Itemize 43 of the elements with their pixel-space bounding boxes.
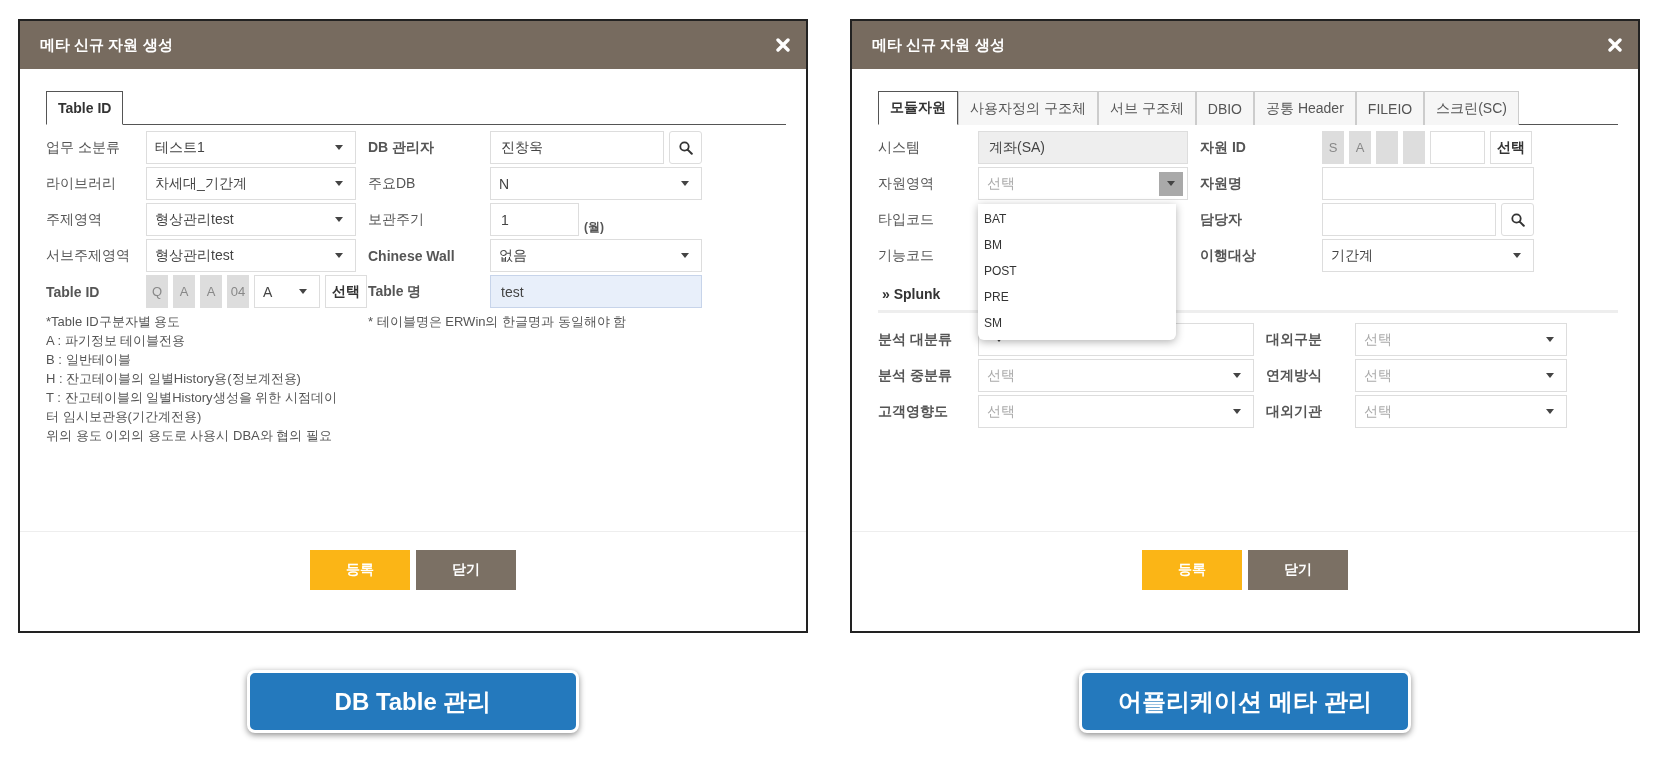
caption-banner: 어플리케이션 메타 관리 [1079,670,1411,733]
note-text: T : 잔고테이블의 일별History생성을 위한 시점데이 [46,389,338,407]
note-text: *Table ID구분자별 용도 [46,313,182,331]
field-label: Chinese Wall [368,247,456,264]
unit-label: (월) [584,219,604,236]
field-label: 서브주제영역 [46,246,131,265]
field-label: 자원영역 [878,174,935,193]
field-label: Table 명 [368,282,423,301]
field-label: DB 관리자 [368,138,436,157]
field-label: 보관주기 [368,210,425,229]
field-label: 시스템 [878,138,921,157]
field-label: 분석 대분류 [878,330,953,349]
field-label: Table ID [46,283,101,300]
field-label: 타입코드 [878,210,935,229]
caption-banner: DB Table 관리 [247,670,579,733]
code-segment: A [1349,131,1371,164]
note-text: 터 임시보관용(기간계전용) [46,408,203,426]
field-label: 담당자 [1200,210,1243,229]
field-label: 분석 중분류 [878,366,953,385]
code-segment: 04 [227,275,249,308]
note-text: H : 잔고테이블의 일별History용(정보계전용) [46,370,302,388]
field-label: 고객영향도 [878,402,949,421]
field-label: 대외기관 [1266,402,1323,421]
code-segment: A [200,275,222,308]
field-label: 대외구분 [1266,330,1323,349]
field-label: 주요DB [368,174,417,193]
note-text: 위의 용도 이외의 용도로 사용시 DBA와 협의 필요 [46,427,333,445]
code-segment: Q [146,275,168,308]
field-label: 업무 소분류 [46,138,121,157]
note-text: * 테이블명은 ERWin의 한글명과 동일해야 함 [368,313,627,331]
note-text: A : 파기정보 테이블전용 [46,332,187,350]
field-label: 기능코드 [878,246,935,265]
field-label: 자원명 [1200,174,1243,193]
note-text: B : 일반테이블 [46,351,132,369]
code-segment: S [1322,131,1344,164]
field-label: 연계방식 [1266,366,1323,385]
field-label: 주제영역 [46,210,103,229]
code-segment: A [173,275,195,308]
dialog-title: 메타 신규 자원 생성 [40,35,173,55]
dialog-title: 메타 신규 자원 생성 [872,35,1005,55]
field-label: 자원 ID [1200,138,1247,157]
field-label: 라이브러리 [46,174,117,193]
field-label: 이행대상 [1200,246,1257,265]
